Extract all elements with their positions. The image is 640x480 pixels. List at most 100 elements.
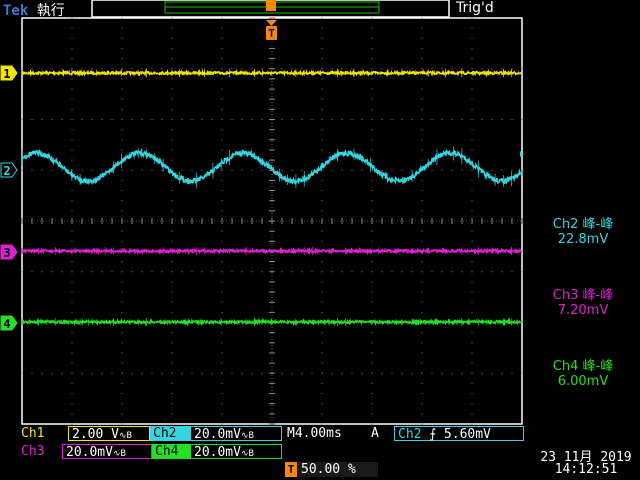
- grid-dot: [121, 17, 123, 19]
- measurement-type: 峰-峰: [582, 217, 614, 232]
- channel-markers: 1 2 3 4: [0, 65, 18, 331]
- grid-dot: [321, 342, 323, 344]
- grid-dot: [221, 372, 223, 374]
- measurement-ch2[interactable]: Ch2 峰-峰 22.8mV: [528, 213, 638, 247]
- grid-dot: [181, 169, 183, 171]
- grid-dot: [451, 271, 453, 273]
- marker-ch4[interactable]: 4: [0, 315, 18, 331]
- grid-dot: [221, 169, 223, 171]
- grid-dot: [61, 119, 63, 120]
- grid-dot: [371, 261, 373, 263]
- trigger-position-marker[interactable]: T: [266, 20, 277, 40]
- grid-dot: [371, 210, 373, 212]
- ch3-label[interactable]: Ch3: [18, 444, 62, 459]
- grid-dot: [81, 271, 83, 273]
- grid-dot: [101, 169, 103, 171]
- trigger-position[interactable]: 50.00 %: [298, 462, 378, 477]
- grid-dot: [61, 68, 63, 70]
- grid-dot: [221, 58, 223, 60]
- grid-dot: [371, 88, 373, 90]
- marker-label: 1: [3, 67, 10, 81]
- grid-dot: [471, 342, 473, 344]
- grid-dot: [221, 362, 223, 364]
- grid-dot: [221, 281, 223, 283]
- grid-dot: [171, 291, 173, 293]
- grid-dot: [221, 413, 223, 415]
- grid-dot: [471, 169, 473, 171]
- grid-dot: [441, 271, 443, 273]
- trigger-settings[interactable]: Ch2 ⨍ 5.60mV: [394, 426, 524, 442]
- grid-dot: [321, 149, 323, 151]
- grid-dot: [371, 423, 373, 425]
- grid-dot: [421, 352, 423, 354]
- grid-dot: [371, 352, 373, 354]
- grid-dot: [471, 301, 473, 303]
- measurement-source: Ch2: [552, 217, 579, 232]
- grid-dot: [221, 393, 223, 395]
- grid-dot: [81, 119, 83, 120]
- grid-dot: [171, 261, 173, 263]
- grid-dot: [121, 261, 123, 263]
- grid-dot: [521, 119, 523, 120]
- grid-dot: [91, 119, 93, 120]
- grid-dot: [481, 372, 483, 374]
- grid-dot: [151, 271, 153, 273]
- marker-ch1[interactable]: 1: [0, 65, 18, 81]
- grid-dot: [321, 179, 323, 181]
- grid-dot: [31, 372, 33, 374]
- grid-dot: [421, 159, 423, 161]
- measurement-ch4[interactable]: Ch4 峰-峰 6.00mV: [528, 355, 638, 389]
- ch3-scale[interactable]: 20.0mV∿B: [62, 444, 152, 460]
- grid-dot: [521, 68, 523, 70]
- ch2-label[interactable]: Ch2: [150, 426, 190, 441]
- grid-dot: [121, 88, 123, 90]
- grid-dot: [221, 78, 223, 80]
- trigger-source: Ch2: [398, 427, 422, 442]
- grid-dot: [71, 88, 73, 90]
- grid-dot: [471, 159, 473, 161]
- grid-dot: [161, 271, 163, 273]
- ch1-scale[interactable]: 2.00 V∿B: [68, 426, 150, 442]
- grid-dot: [421, 261, 423, 263]
- grid-dot: [171, 98, 173, 100]
- grid-dot: [221, 332, 223, 334]
- grid-dot: [371, 159, 373, 161]
- grid-dot: [321, 362, 323, 364]
- grid-dot: [321, 58, 323, 60]
- grid-dot: [191, 119, 193, 120]
- grid-dot: [231, 169, 233, 171]
- grid-dot: [171, 240, 173, 242]
- grid-dot: [171, 393, 173, 395]
- grid-dot: [421, 98, 423, 100]
- grid-dot: [171, 159, 173, 161]
- grid-dot: [161, 169, 163, 171]
- grid-dot: [381, 169, 383, 171]
- grid-dot: [371, 78, 373, 80]
- grid-dot: [471, 27, 473, 29]
- grid-dot: [501, 271, 503, 273]
- measurement-ch3[interactable]: Ch3 峰-峰 7.20mV: [528, 284, 638, 318]
- marker-ch2[interactable]: 2: [0, 162, 18, 178]
- grid-dot: [111, 271, 113, 273]
- grid-dot: [21, 271, 23, 273]
- grid-dot: [221, 261, 223, 263]
- grid-dot: [241, 372, 243, 374]
- grid-dot: [471, 281, 473, 283]
- ch4-label[interactable]: Ch4: [152, 444, 190, 459]
- grid-dot: [301, 68, 303, 70]
- grid-dot: [101, 372, 103, 374]
- grid-dot: [291, 119, 293, 120]
- timebase[interactable]: M4.00ms: [284, 426, 364, 441]
- grid-dot: [71, 98, 73, 100]
- grid-dot: [371, 27, 373, 29]
- ch1-label[interactable]: Ch1: [18, 426, 68, 441]
- grid-dot: [421, 139, 423, 141]
- grid-dot: [391, 271, 393, 273]
- marker-ch3[interactable]: 3: [0, 244, 18, 260]
- ch2-scale[interactable]: 20.0mV∿B: [190, 426, 282, 442]
- grid-dot: [441, 68, 443, 70]
- grid-dot: [71, 311, 73, 313]
- grid-dot: [171, 119, 173, 120]
- ch4-scale[interactable]: 20.0mV∿B: [190, 444, 282, 460]
- grid-dot: [171, 149, 173, 151]
